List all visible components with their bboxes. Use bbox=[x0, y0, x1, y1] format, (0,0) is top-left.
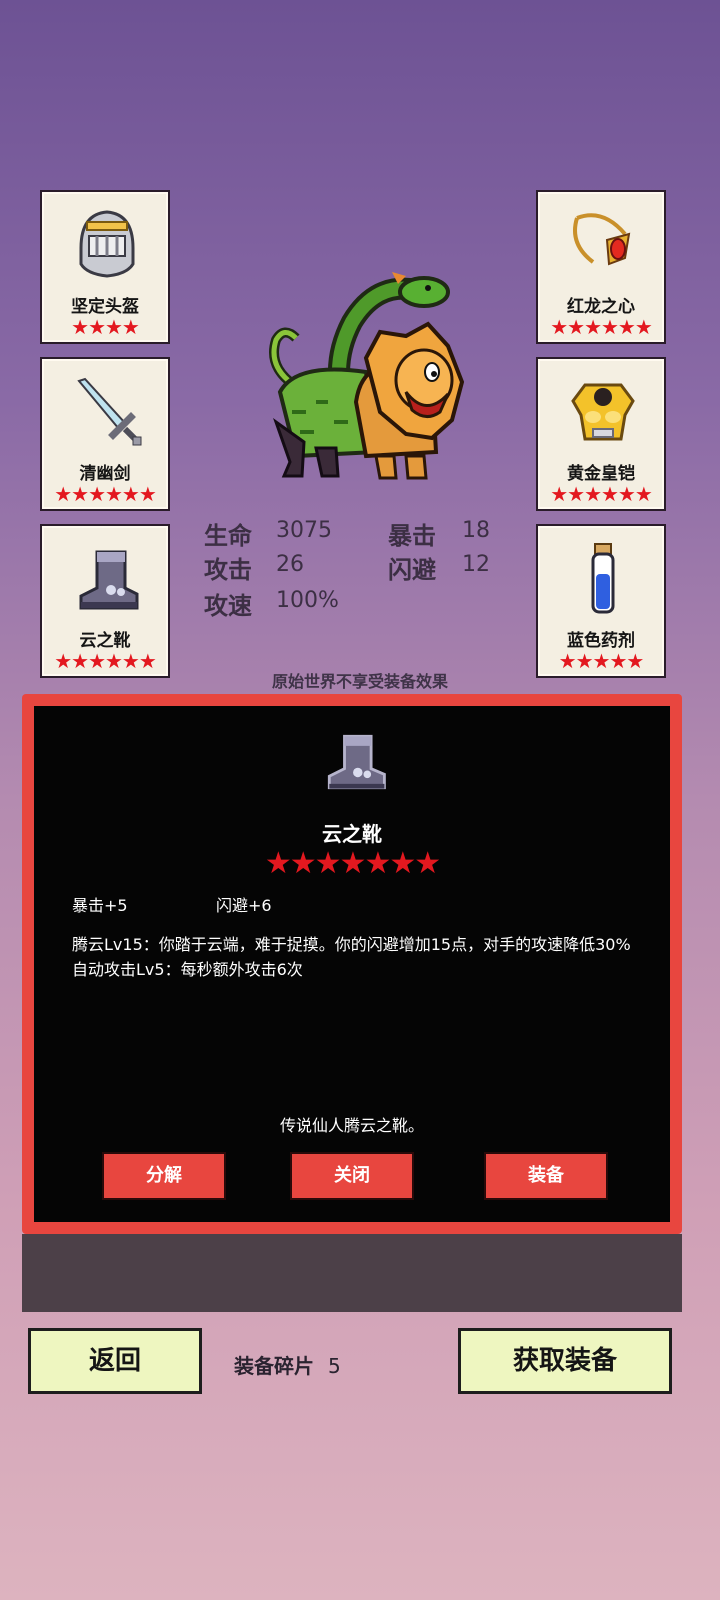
slot-name: 清幽剑 bbox=[79, 464, 131, 484]
slot-boots[interactable]: 云之靴 ★★★★★★ bbox=[40, 524, 170, 678]
back-button[interactable]: 返回 bbox=[28, 1328, 202, 1394]
attack-value: 26 bbox=[276, 552, 304, 577]
amulet-icon bbox=[573, 213, 631, 266]
helmet-icon bbox=[79, 210, 135, 278]
decompose-button[interactable]: 分解 bbox=[102, 1152, 226, 1200]
rating-stars: ★★★★★★ bbox=[550, 482, 653, 506]
slot-name: 坚定头盔 bbox=[71, 297, 139, 317]
slot-amulet[interactable]: 红龙之心 ★★★★★★ bbox=[536, 190, 666, 344]
bonus-crit: 暴击+5 bbox=[72, 896, 128, 915]
attack-label: 攻击 bbox=[204, 556, 252, 584]
fragment-count: 装备碎片 5 bbox=[234, 1350, 341, 1379]
chimera-icon bbox=[269, 272, 465, 480]
dodge-label: 闪避 bbox=[388, 556, 436, 584]
fragment-value: 5 bbox=[327, 1354, 341, 1378]
equipment-notice: 原始世界不享受装备效果 bbox=[271, 672, 448, 691]
slot-name: 蓝色药剂 bbox=[567, 631, 635, 651]
potion-icon bbox=[591, 543, 615, 614]
slot-name: 红龙之心 bbox=[567, 297, 635, 317]
rating-stars: ★★★★★★ bbox=[550, 315, 653, 339]
close-button[interactable]: 关闭 bbox=[290, 1152, 414, 1200]
item-rating-stars: ★★★★★★★ bbox=[264, 846, 441, 881]
slot-helmet[interactable]: 坚定头盔 ★★★★ bbox=[40, 190, 170, 344]
slot-name: 云之靴 bbox=[79, 631, 131, 651]
boots-icon bbox=[79, 550, 139, 610]
sword-icon bbox=[77, 377, 142, 446]
hp-label: 生命 bbox=[204, 522, 252, 550]
slot-gold-armor[interactable]: 黄金皇铠 ★★★★★★ bbox=[536, 357, 666, 511]
rating-stars: ★★★★★★ bbox=[54, 482, 157, 506]
boots-icon bbox=[327, 734, 386, 790]
equip-button[interactable]: 装备 bbox=[484, 1152, 608, 1200]
dialog-footer-band bbox=[22, 1234, 682, 1312]
skill-cloud: 腾云Lv15：你踏于云端，难于捉摸。你的闪避增加15点，对手的攻速降低30% bbox=[72, 935, 631, 954]
slot-potion[interactable]: 蓝色药剂 ★★★★★ bbox=[536, 524, 666, 678]
skill-auto-attack: 自动攻击Lv5：每秒额外攻击6次 bbox=[72, 960, 303, 979]
item-skills: 腾云Lv15：你踏于云端，难于捉摸。你的闪避增加15点，对手的攻速降低30% 自… bbox=[72, 932, 632, 982]
slot-sword[interactable]: 清幽剑 ★★★★★★ bbox=[40, 357, 170, 511]
obtain-equipment-button[interactable]: 获取装备 bbox=[458, 1328, 672, 1394]
attack-speed-value: 100% bbox=[276, 588, 339, 613]
crit-label: 暴击 bbox=[388, 522, 436, 550]
crit-value: 18 bbox=[462, 518, 490, 543]
dodge-value: 12 bbox=[462, 552, 490, 577]
slot-name: 黄金皇铠 bbox=[567, 464, 635, 484]
gold-armor-icon bbox=[571, 383, 635, 441]
item-name: 云之靴 bbox=[322, 822, 382, 846]
item-flavor-text: 传说仙人腾云之靴。 bbox=[279, 1116, 424, 1135]
fragment-label: 装备碎片 bbox=[234, 1354, 314, 1378]
attack-speed-label: 攻速 bbox=[204, 592, 252, 620]
rating-stars: ★★★★ bbox=[71, 315, 140, 339]
bonus-dodge: 闪避+6 bbox=[216, 896, 272, 915]
hp-value: 3075 bbox=[276, 518, 332, 543]
